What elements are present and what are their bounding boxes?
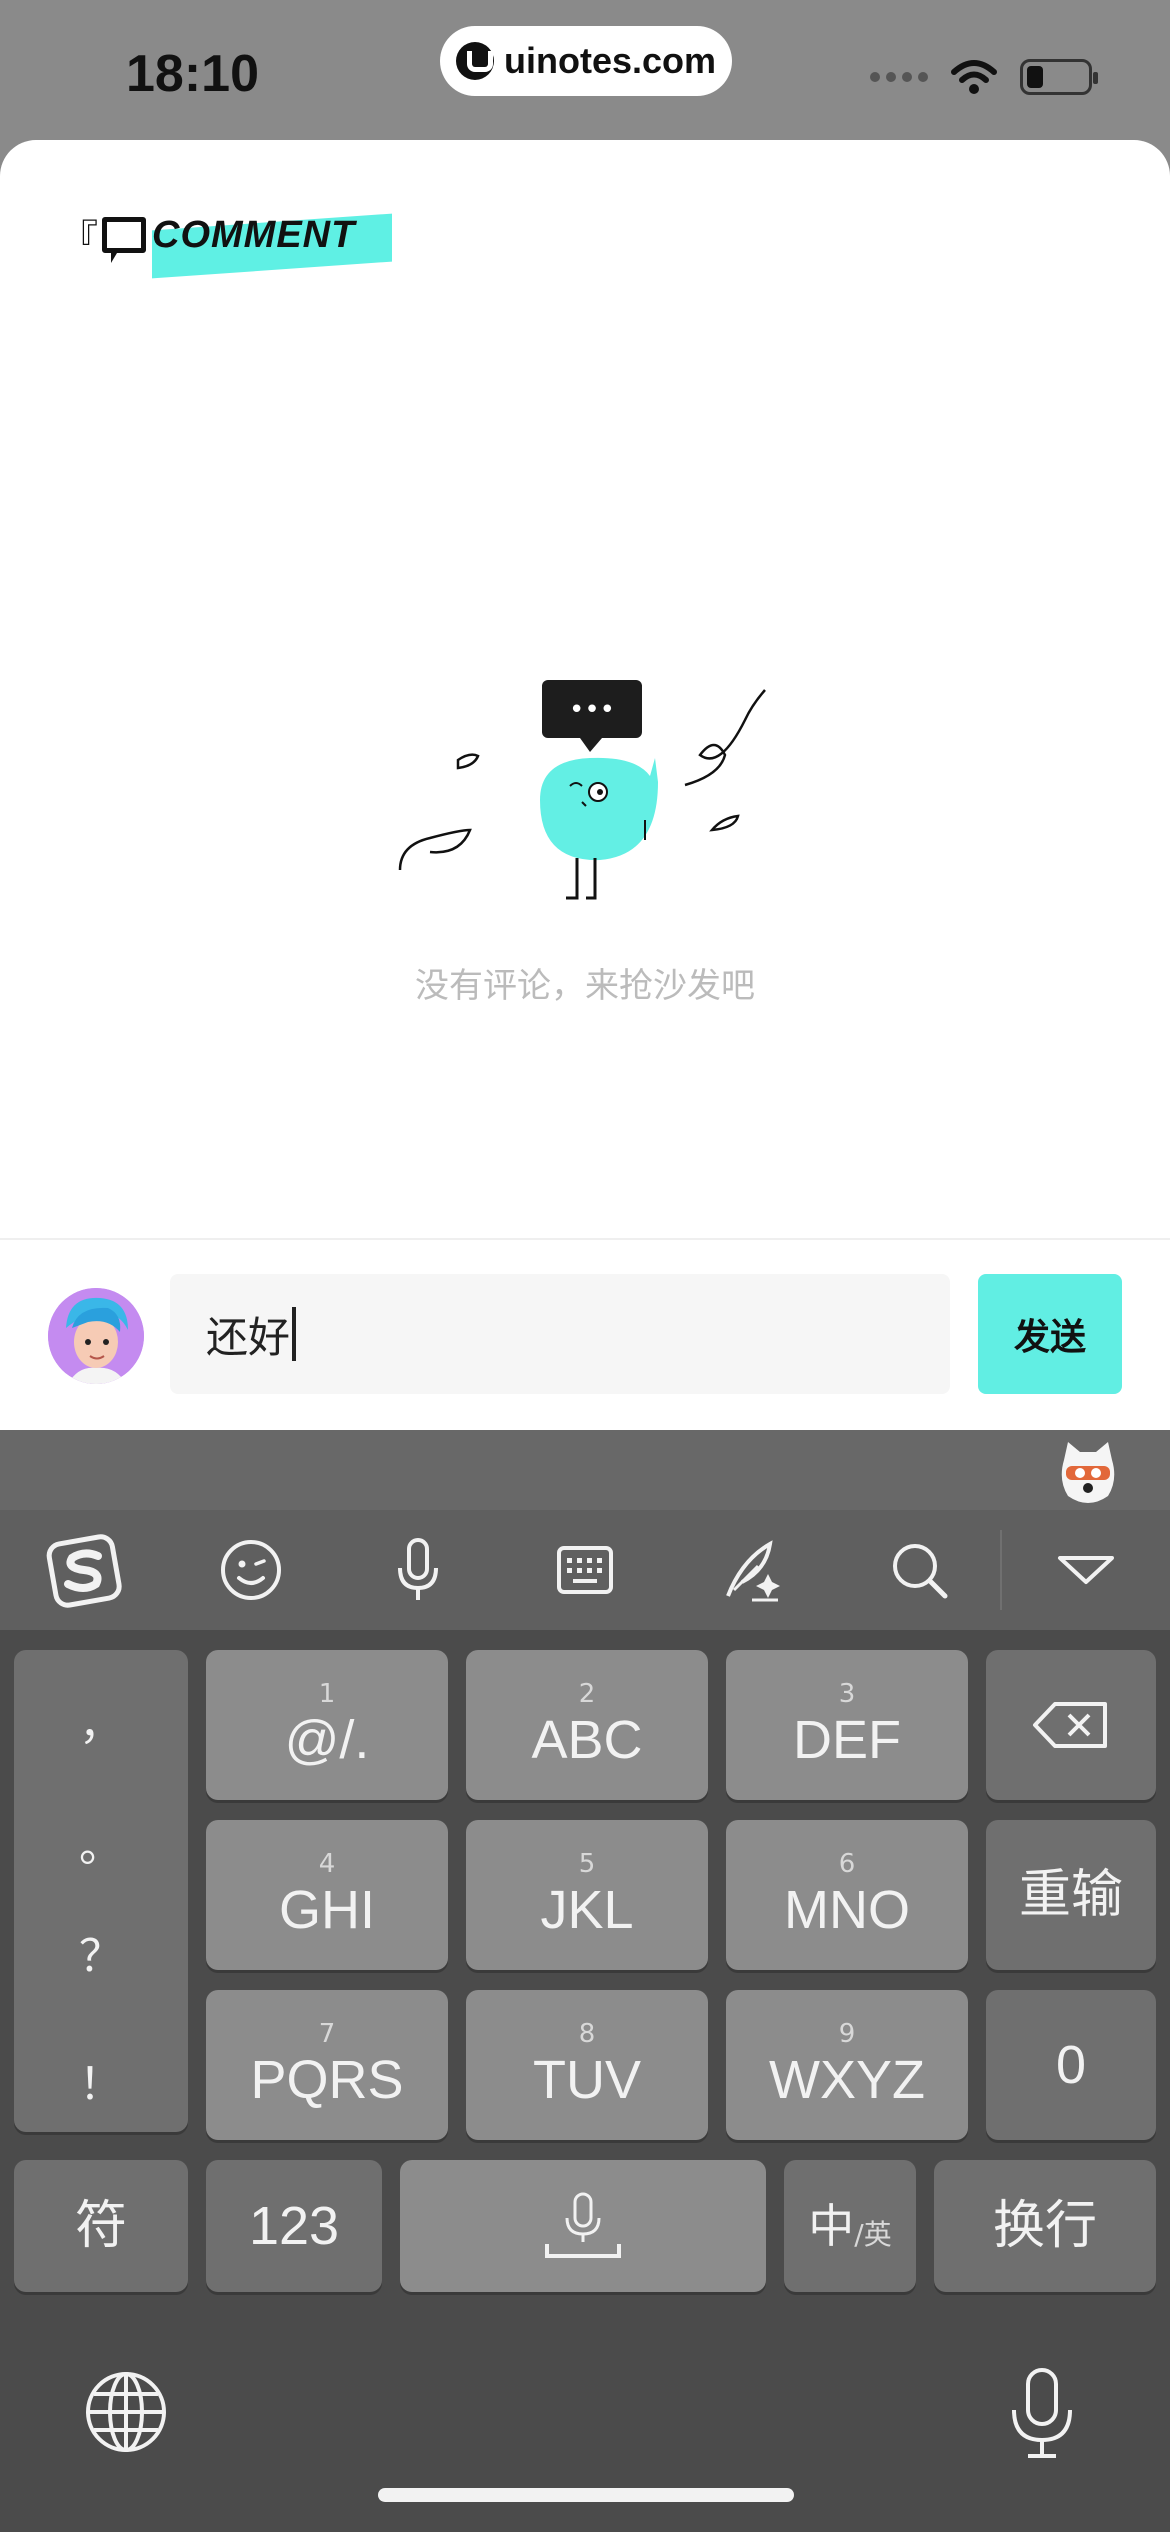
speech-bubble-dots: ••• bbox=[569, 695, 615, 725]
text-caret bbox=[292, 1307, 297, 1361]
space-key[interactable] bbox=[400, 2160, 766, 2292]
avatar[interactable] bbox=[48, 1288, 144, 1384]
backspace-key[interactable] bbox=[986, 1650, 1156, 1800]
keyboard: ， 。 ？ ！ 1 @/. 2 ABC 3 DEF 4 GHI 5 JKL 6 MNO 重输… bbox=[0, 1430, 1170, 2532]
status-bar: 18:10 uinotes.com bbox=[0, 0, 1170, 140]
header-open-bracket: 『 bbox=[60, 216, 99, 261]
user-avatar-icon bbox=[48, 1288, 144, 1384]
empty-state-message: 没有评论，来抢沙发吧 bbox=[415, 966, 755, 1006]
microphone-icon[interactable] bbox=[334, 1510, 501, 1630]
punct-period[interactable]: 。 bbox=[14, 1810, 188, 1874]
comment-header: 『 COMMENT 』 bbox=[60, 200, 397, 278]
site-logo-icon bbox=[455, 42, 494, 80]
comment-bubble-icon bbox=[102, 217, 147, 263]
symbols-key[interactable]: 符 bbox=[14, 2160, 188, 2292]
handwriting-icon[interactable] bbox=[668, 1510, 835, 1630]
key-4[interactable]: 4 GHI bbox=[206, 1820, 448, 1970]
comment-title-text: COMMENT bbox=[152, 213, 356, 256]
emoji-icon[interactable] bbox=[167, 1510, 334, 1630]
url-pill[interactable]: uinotes.com bbox=[440, 26, 732, 96]
newline-key[interactable]: 换行 bbox=[934, 2160, 1156, 2292]
punct-question[interactable]: ？ bbox=[14, 1920, 188, 1984]
comment-input-value[interactable]: 还好 bbox=[206, 1304, 290, 1365]
key-3[interactable]: 3 DEF bbox=[726, 1650, 968, 1800]
sogou-logo-icon[interactable] bbox=[0, 1510, 167, 1630]
battery-icon bbox=[1020, 59, 1098, 95]
key-8[interactable]: 8 TUV bbox=[466, 1990, 708, 2140]
language-toggle-key[interactable]: 中/英 bbox=[784, 2160, 916, 2292]
keyboard-mascot-icon[interactable] bbox=[1058, 1440, 1118, 1504]
keyboard-top-strip bbox=[0, 1430, 1170, 1510]
cellular-signal-icon bbox=[870, 72, 928, 82]
key-6[interactable]: 6 MNO bbox=[726, 1820, 968, 1970]
globe-icon[interactable] bbox=[84, 2370, 168, 2454]
status-time: 18:10 bbox=[126, 45, 259, 103]
keyboard-toolbar bbox=[0, 1510, 1170, 1630]
numbers-key[interactable]: 123 bbox=[206, 2160, 382, 2292]
key-1[interactable]: 1 @/. bbox=[206, 1650, 448, 1800]
punct-exclaim[interactable]: ！ bbox=[14, 2048, 188, 2112]
wifi-icon bbox=[951, 60, 997, 94]
keyboard-icon[interactable] bbox=[501, 1510, 668, 1630]
key-2[interactable]: 2 ABC bbox=[466, 1650, 708, 1800]
punct-comma[interactable]: ， bbox=[14, 1688, 188, 1752]
search-icon[interactable] bbox=[835, 1510, 1002, 1630]
space-mic-icon bbox=[545, 2192, 621, 2258]
language-toggle-label: 中/英 bbox=[808, 2199, 892, 2253]
reinput-key[interactable]: 重输 bbox=[986, 1820, 1156, 1970]
empty-state-illustration: ••• bbox=[398, 680, 766, 900]
send-button[interactable]: 发送 bbox=[978, 1274, 1122, 1394]
dictation-mic-icon[interactable] bbox=[1002, 2364, 1082, 2464]
punctuation-column[interactable]: ， 。 ？ ！ bbox=[14, 1650, 188, 2132]
key-7[interactable]: 7 PQRS bbox=[206, 1990, 448, 2140]
collapse-keyboard-icon[interactable] bbox=[1002, 1510, 1169, 1630]
key-0[interactable]: 0 bbox=[986, 1990, 1156, 2140]
toolbar-separator bbox=[1000, 1530, 1002, 1610]
backspace-icon bbox=[1033, 1702, 1107, 1748]
url-text: uinotes.com bbox=[503, 40, 717, 81]
comment-title: COMMENT bbox=[102, 213, 393, 278]
key-9[interactable]: 9 WXYZ bbox=[726, 1990, 968, 2140]
comment-sheet: 『 COMMENT 』 ••• 没有评论，来抢沙发吧 bbox=[0, 140, 1170, 1430]
key-5[interactable]: 5 JKL bbox=[466, 1820, 708, 1970]
composer-divider bbox=[0, 1238, 1170, 1240]
comment-input[interactable]: 还好 bbox=[170, 1274, 950, 1394]
home-indicator[interactable] bbox=[378, 2488, 794, 2502]
status-icons bbox=[870, 58, 1098, 96]
